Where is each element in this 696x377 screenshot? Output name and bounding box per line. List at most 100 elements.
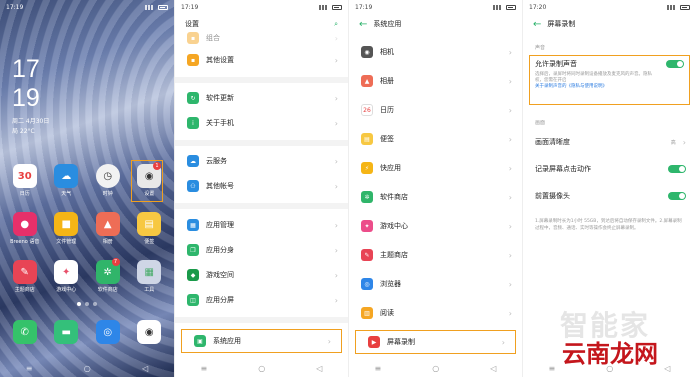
nav-menu-icon[interactable]: ≡ xyxy=(26,364,33,373)
notes-icon: ▤ xyxy=(361,133,373,145)
status-bar: 17:19 xyxy=(349,0,522,14)
settings-item-combo[interactable]: ▪ 组合 › xyxy=(175,26,348,50)
reading-icon: ▥ xyxy=(361,307,373,319)
allow-sound-toggle[interactable] xyxy=(666,60,684,68)
weather-widget: 局 22°C xyxy=(12,128,35,135)
app-row-2: ● Breeno 语音 ■ 文件管理 ▲ 相册 ▤ 便签 xyxy=(4,212,170,245)
allow-sound-setting[interactable]: 允许录制声音 选择后，录屏时将同时录制设备播放及麦克风的声音。隐私权，您需在开启… xyxy=(529,55,690,105)
back-arrow-icon[interactable]: ← xyxy=(533,19,541,30)
battery-icon xyxy=(680,4,690,10)
status-time: 17:19 xyxy=(6,3,24,11)
dock-browser[interactable]: ◎ xyxy=(87,320,129,344)
nav-bar: ≡ ○ ◁ xyxy=(0,359,174,377)
quality-setting[interactable]: 画面清晰度高 › xyxy=(523,130,696,154)
sysapps-item-screen-record[interactable]: ▶ 屏幕录制 › xyxy=(355,330,516,354)
nav-back-icon[interactable]: ◁ xyxy=(664,364,670,373)
section-sound: 声音 xyxy=(535,45,546,51)
nav-bar: ≡ ○ ◁ xyxy=(175,359,348,377)
settings-item-game-space[interactable]: ◆ 游戏空间 › xyxy=(175,263,348,287)
lock-clock: 17 19 xyxy=(12,55,40,113)
app-weather[interactable]: ☁ 天气 xyxy=(46,164,88,197)
front-camera-setting[interactable]: 前置摄像头 xyxy=(523,184,696,208)
sysapps-item-app-store[interactable]: ✲ 软件商店 › xyxy=(349,185,522,209)
tools-folder-icon: ▦ xyxy=(137,260,162,284)
status-bar: 17:19 xyxy=(0,0,174,14)
settings-item-accounts[interactable]: ⚇ 其他帐号 › xyxy=(175,174,348,198)
game-space-icon: ◆ xyxy=(187,269,199,281)
sysapps-item-camera[interactable]: ◉ 相机 › xyxy=(349,40,522,64)
settings-item-other[interactable]: ▪ 其他设置 › xyxy=(175,48,348,72)
dock-messages[interactable]: ▬ xyxy=(46,320,88,344)
app-files[interactable]: ■ 文件管理 xyxy=(46,212,88,245)
status-bar: 17:20 xyxy=(523,0,696,14)
signal-icon xyxy=(493,4,503,10)
settings-item-app-manage[interactable]: ▦ 应用管理 › xyxy=(175,213,348,237)
signal-icon xyxy=(319,4,329,10)
nav-home-icon[interactable]: ○ xyxy=(84,364,91,373)
photos-icon: ▲ xyxy=(361,75,373,87)
sysapps-item-reading[interactable]: ▥ 阅读 › xyxy=(349,301,522,325)
dock-camera[interactable]: ◉ xyxy=(129,320,171,344)
settings-item-split-screen[interactable]: ◫ 应用分屏 › xyxy=(175,288,348,312)
settings-item-system-apps[interactable]: ▣ 系统应用 › xyxy=(181,329,342,353)
app-manage-icon: ▦ xyxy=(187,219,199,231)
clock-hour: 17 xyxy=(12,55,40,83)
clock-icon: ◷ xyxy=(95,164,120,188)
sysapps-item-calendar[interactable]: 26 日历 › xyxy=(349,98,522,122)
sysapps-item-theme-store[interactable]: ✎ 主题商店 › xyxy=(349,243,522,267)
browser-icon: ◎ xyxy=(95,320,120,344)
camera-icon: ◉ xyxy=(137,320,162,344)
record-touch-toggle[interactable] xyxy=(668,165,686,173)
back-arrow-icon[interactable]: ← xyxy=(359,19,367,30)
split-screen-icon: ◫ xyxy=(187,294,199,306)
settings-item-update[interactable]: ↻ 软件更新 › xyxy=(175,86,348,110)
folder-icon: ■ xyxy=(54,212,79,236)
front-camera-toggle[interactable] xyxy=(668,192,686,200)
app-store[interactable]: ✲ 7 软件商店 xyxy=(87,258,129,293)
dock-phone[interactable]: ✆ xyxy=(4,320,46,344)
sysapps-item-browser[interactable]: ◎ 浏览器 › xyxy=(349,272,522,296)
nav-home-icon[interactable]: ○ xyxy=(432,364,439,373)
nav-home-icon[interactable]: ○ xyxy=(258,364,265,373)
privacy-link[interactable]: 关于录制声音的《隐私与使用说明》 xyxy=(535,84,657,90)
notes-icon: ▤ xyxy=(137,212,162,236)
system-apps-screen: 17:19 ← 系统应用 ◉ 相机 › ▲ 相册 › 26 日历 › ▤ 便签 › ⚡ 快应用 › ✲… xyxy=(348,0,522,377)
sysapps-item-quick-app[interactable]: ⚡ 快应用 › xyxy=(349,156,522,180)
nav-menu-icon[interactable]: ≡ xyxy=(549,364,556,373)
app-theme-store[interactable]: ✎ 主题商店 xyxy=(4,260,46,293)
nav-menu-icon[interactable]: ≡ xyxy=(375,364,382,373)
page-title: 屏幕录制 xyxy=(547,20,576,28)
sysapps-header: ← 系统应用 xyxy=(349,14,522,34)
app-game-center[interactable]: ✦ 游戏中心 xyxy=(46,260,88,293)
browser-icon: ◎ xyxy=(361,278,373,290)
app-settings[interactable]: ◉ 1 设置 xyxy=(129,162,171,197)
nav-back-icon[interactable]: ◁ xyxy=(490,364,496,373)
phone-icon: ✆ xyxy=(12,320,37,344)
page-indicator xyxy=(0,302,174,306)
sysapps-item-notes[interactable]: ▤ 便签 › xyxy=(349,127,522,151)
app-photos[interactable]: ▲ 相册 xyxy=(87,212,129,245)
settings-item-app-clone[interactable]: ❐ 应用分身 › xyxy=(175,238,348,262)
record-touch-setting[interactable]: 记录屏幕点击动作 xyxy=(523,157,696,181)
nav-back-icon[interactable]: ◁ xyxy=(316,364,322,373)
app-notes[interactable]: ▤ 便签 xyxy=(129,212,171,245)
game-center-icon: ✦ xyxy=(361,220,373,232)
app-store-icon: ✲ xyxy=(361,191,373,203)
app-clock[interactable]: ◷ 时钟 xyxy=(87,164,129,197)
nav-back-icon[interactable]: ◁ xyxy=(142,364,148,373)
sysapps-item-game-center[interactable]: ✦ 游戏中心 › xyxy=(349,214,522,238)
settings-item-about[interactable]: i 关于手机 › xyxy=(175,111,348,135)
sysapps-item-photos[interactable]: ▲ 相册 › xyxy=(349,69,522,93)
messages-icon: ▬ xyxy=(54,320,79,344)
store-badge: 7 xyxy=(111,258,120,266)
record-notes: 1.屏幕录制时长为1小时 55GB，到达后将自动保存录制文件。2.屏幕录制过程中… xyxy=(535,219,682,231)
account-icon: ⚇ xyxy=(187,180,199,192)
date-widget: 周二 4月30日 xyxy=(12,118,50,125)
settings-screen: 17:19 设置 ⌕ ▪ 组合 › ▪ 其他设置 › ↻ 软件更新 › i 关于手机 › ☁ 云服务… xyxy=(174,0,348,377)
settings-item-cloud[interactable]: ☁ 云服务 › xyxy=(175,149,348,173)
battery-icon xyxy=(332,4,342,10)
app-tools-folder[interactable]: ▦ 工具 xyxy=(129,260,171,293)
app-calendar[interactable]: 30 日历 xyxy=(4,164,46,197)
app-breeno[interactable]: ● Breeno 语音 xyxy=(4,212,46,245)
nav-menu-icon[interactable]: ≡ xyxy=(201,364,208,373)
